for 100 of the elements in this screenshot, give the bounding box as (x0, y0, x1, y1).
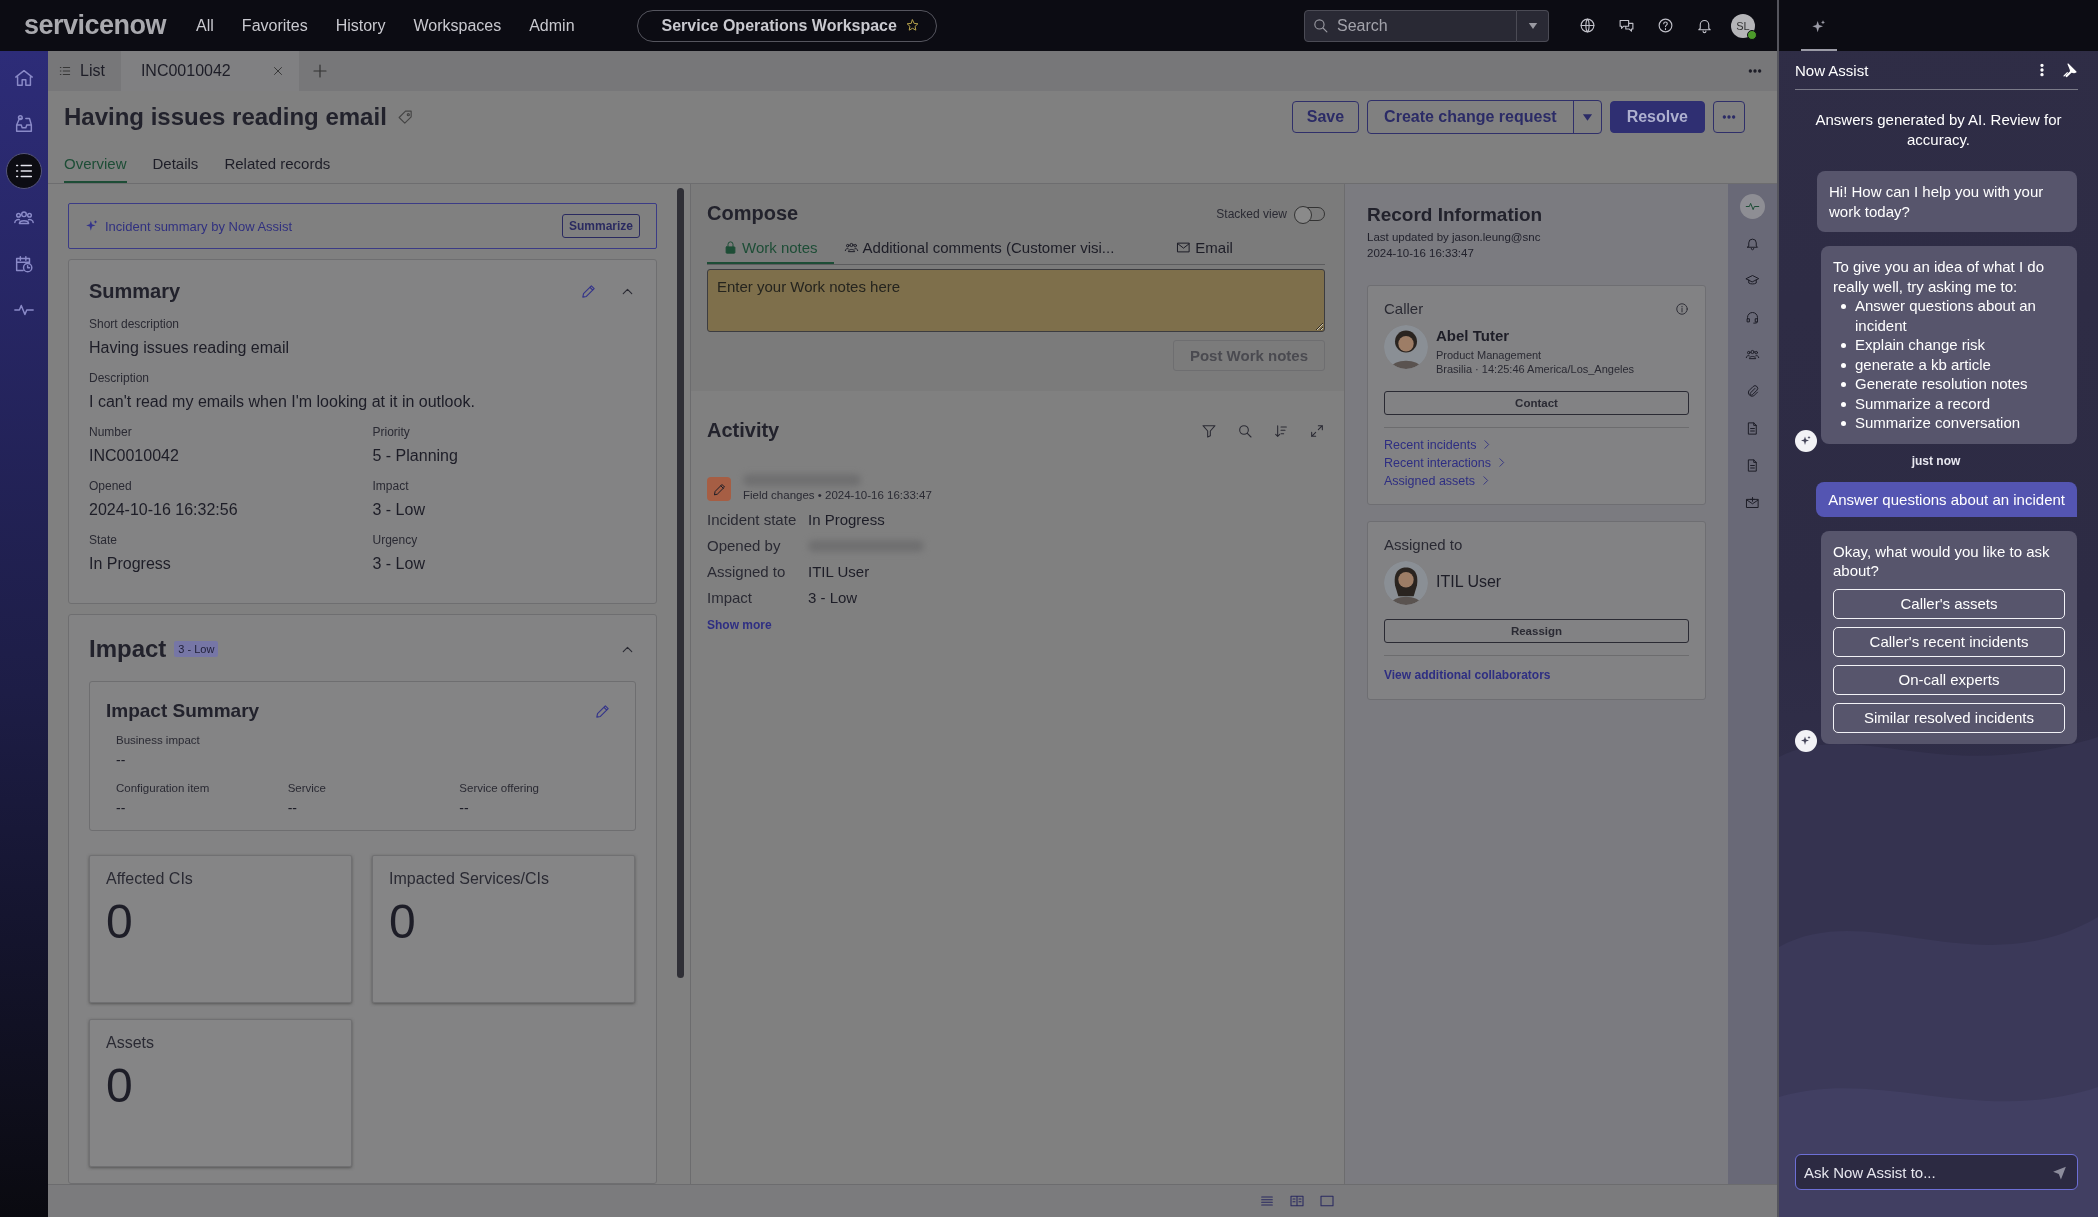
compose-tab[interactable]: Work notes (707, 239, 834, 264)
single-view-icon[interactable] (1319, 1193, 1335, 1209)
resolve-button[interactable]: Resolve (1609, 101, 1705, 133)
field-label: Opened (89, 479, 132, 493)
record-tab[interactable]: Overview (64, 155, 127, 183)
nav-menu-item[interactable]: Admin (529, 16, 575, 35)
related-link[interactable]: Recent interactions (1384, 455, 1508, 470)
bullet-dot (1841, 401, 1846, 407)
sparkle-icon (85, 219, 99, 233)
counter-value: 0 (106, 894, 133, 949)
user-message: Answer questions about an incident (1816, 481, 2077, 517)
list-icon (58, 64, 72, 78)
mail-icon (1176, 240, 1192, 255)
panel-title: Now Assist (1795, 61, 1870, 79)
field-label: Service (287, 782, 326, 794)
edit-icon[interactable] (594, 702, 611, 720)
counter-value: 0 (106, 1058, 133, 1113)
suggestion-button[interactable]: Similar resolved incidents (1833, 702, 2065, 733)
nav-menu-item[interactable]: History (335, 16, 386, 35)
field-value: In Progress (89, 555, 171, 573)
user-avatar[interactable]: SL (1731, 13, 1755, 38)
compose-tab[interactable]: Email (1160, 239, 1249, 264)
tag-icon[interactable] (396, 108, 414, 126)
location-time: Brasilia · 14:25:46 America/Los_Angeles (1436, 362, 1635, 377)
pulse-icon[interactable] (1740, 194, 1765, 219)
person-name: Abel Tuter (1436, 327, 1511, 345)
list-icon[interactable] (6, 153, 42, 189)
info-icon[interactable] (1675, 301, 1689, 316)
updated-time: 2024-10-16 16:33:47 (1367, 245, 1474, 261)
reassign-button[interactable]: Reassign (1384, 618, 1689, 643)
field-value: 3 - Low (372, 555, 425, 573)
card-title: Impact (89, 635, 167, 663)
split-view-icon[interactable] (1289, 1193, 1305, 1209)
more-button[interactable] (1713, 101, 1745, 133)
expand-icon[interactable] (1309, 422, 1325, 439)
work-notes-field[interactable]: Enter your Work notes here (707, 269, 1325, 332)
caret-icon (1581, 111, 1593, 123)
counter-card[interactable]: Affected CIs 0 (89, 855, 352, 1003)
related-link[interactable]: Assigned assets (1384, 473, 1493, 488)
section-title: Record Information (1367, 204, 1544, 226)
logo[interactable]: servicenow (24, 10, 167, 41)
field-value: -- (287, 800, 297, 816)
show-more-link[interactable]: Show more (707, 618, 772, 632)
entry-meta: Field changes • 2024-10-16 16:33:47 (743, 489, 932, 501)
suggestion-button[interactable]: On-call experts (1833, 664, 2065, 695)
contact-button[interactable]: Contact (1384, 390, 1689, 415)
nav-menu-item[interactable]: Favorites (241, 16, 308, 35)
search-icon[interactable] (1237, 422, 1253, 439)
record-tab[interactable]: Details (152, 155, 199, 183)
list-item-text: Explain change risk (1855, 335, 1986, 355)
suggestion-button[interactable]: Caller's recent incidents (1833, 626, 2065, 657)
field-value: 3 - Low (372, 501, 425, 519)
change-value: ITIL User (808, 563, 871, 580)
chat-text: Okay, what would you like to ask about? (1833, 542, 2050, 579)
chat-icon[interactable] (1618, 17, 1635, 34)
field-label: Urgency (372, 533, 418, 547)
change-label: Assigned to (707, 563, 787, 580)
workspace-tab[interactable]: List (48, 51, 121, 91)
list-view-icon[interactable] (1259, 1193, 1275, 1209)
list-item-text: Summarize conversation (1855, 413, 2021, 433)
nav-menu-item[interactable]: All (196, 16, 214, 35)
pin-icon[interactable] (2062, 62, 2078, 78)
edit-icon[interactable] (580, 283, 597, 300)
chat-input-field[interactable]: Ask Now Assist to... (1795, 1154, 2078, 1190)
bullet-dot (1841, 304, 1846, 309)
globe-icon[interactable] (1579, 17, 1596, 34)
field-label: Configuration item (116, 782, 210, 794)
star-icon[interactable] (904, 18, 920, 33)
updated-by: Last updated by jason.leung@snc (1367, 230, 1541, 245)
summarize-button[interactable]: Summarize (561, 214, 640, 238)
help-icon[interactable] (1657, 17, 1674, 34)
send-icon[interactable] (2051, 1164, 2068, 1181)
notification-icon[interactable] (1696, 17, 1713, 34)
counter-label: Assets (106, 1034, 154, 1052)
card-title: Impact Summary (106, 700, 260, 722)
related-link[interactable]: Recent incidents (1384, 437, 1494, 452)
save-button[interactable]: Save (1291, 101, 1360, 133)
caret-icon (1527, 20, 1538, 31)
card-title: Summary (89, 280, 181, 303)
collaborators-link[interactable]: View additional collaborators (1384, 667, 1551, 682)
record-tab[interactable]: Related records (224, 155, 331, 183)
counter-card[interactable]: Assets 0 (89, 1019, 352, 1167)
search-field[interactable]: Search (1304, 9, 1517, 42)
field-label: Number (89, 425, 132, 439)
field-label: Short description (89, 317, 180, 331)
filter-icon[interactable] (1201, 422, 1217, 439)
dropdown-button[interactable] (1517, 9, 1549, 42)
sort-icon[interactable] (1273, 422, 1289, 439)
people-icon (843, 240, 859, 255)
sparkle-icon (1811, 19, 1827, 35)
scrollbar[interactable] (677, 188, 684, 978)
workspace-tab[interactable]: INC0010042 (120, 51, 299, 91)
counter-card[interactable]: Impacted Services/CIs 0 (372, 855, 635, 1003)
compose-tab[interactable]: Additional comments (Customer visi... (843, 239, 1151, 264)
nav-menu-item[interactable]: Workspaces (413, 16, 502, 35)
bullet-dot (1841, 343, 1846, 348)
field-label: Description (89, 371, 150, 385)
suggestion-button[interactable]: Caller's assets (1833, 588, 2065, 619)
person-name: ITIL User (1436, 572, 1502, 591)
record-title: Having issues reading email (64, 103, 387, 131)
